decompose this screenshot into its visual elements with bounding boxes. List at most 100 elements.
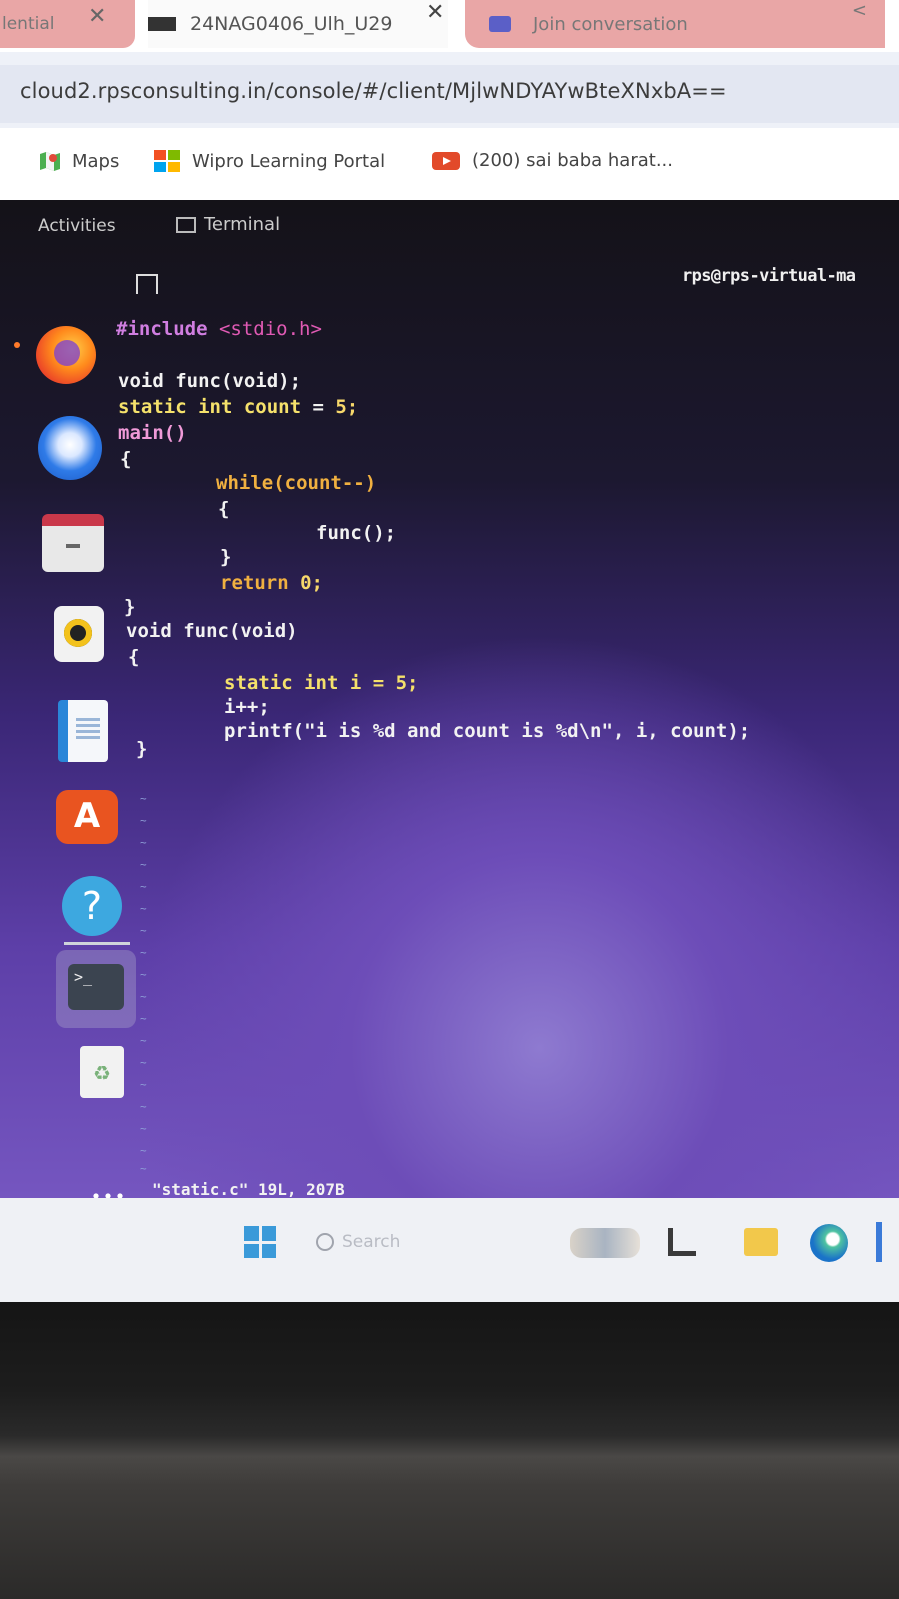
laptop-bezel bbox=[0, 1302, 899, 1599]
preprocessor-keyword: #include bbox=[116, 318, 208, 340]
static-decl: static int count bbox=[118, 396, 302, 418]
bookmark-label: (200) sai baba harat... bbox=[472, 150, 673, 171]
tilde-line: ~ bbox=[140, 1056, 147, 1069]
app-menu-terminal[interactable]: Terminal bbox=[176, 214, 280, 235]
bookmark-maps[interactable]: Maps bbox=[38, 150, 119, 172]
search-icon bbox=[316, 1233, 334, 1251]
browser-tab-bar: lential ✕ 24NAG0406_Ulh_U29 ✕ Join conve… bbox=[0, 0, 899, 52]
terminal-title: rps@rps-virtual-ma bbox=[682, 266, 856, 286]
rhythmbox-icon[interactable] bbox=[54, 606, 104, 662]
windows-taskbar: Search bbox=[0, 1198, 899, 1302]
code-line-static-count: static int count = 5; bbox=[118, 396, 358, 418]
code-line-while: while(count--) bbox=[216, 472, 377, 494]
code-line-increment: i++; bbox=[224, 696, 270, 718]
bookmark-label: Maps bbox=[72, 150, 120, 172]
tilde-line: ~ bbox=[140, 1100, 147, 1113]
browser-tab-credential[interactable]: lential ✕ bbox=[0, 0, 135, 48]
firefox-icon[interactable] bbox=[36, 326, 96, 384]
app-menu-label: Terminal bbox=[204, 214, 281, 235]
code-line-brace: { bbox=[218, 498, 230, 520]
format-string: "i is %d and count is %d\n" bbox=[304, 720, 613, 742]
include-header: <stdio.h> bbox=[218, 318, 322, 340]
gnome-top-bar: Activities Terminal bbox=[0, 200, 899, 250]
code-line-include: #include <stdio.h> bbox=[116, 318, 322, 340]
tilde-line: ~ bbox=[140, 1122, 147, 1135]
search-placeholder: Search bbox=[342, 1232, 401, 1252]
printf-args: , i, count); bbox=[612, 720, 751, 742]
code-line-main: main() bbox=[118, 422, 187, 444]
code-line-brace: } bbox=[220, 546, 232, 568]
code-line-func-def: void func(void) bbox=[126, 620, 298, 642]
tilde-line: ~ bbox=[140, 1034, 147, 1047]
maps-icon bbox=[38, 150, 62, 172]
activities-button[interactable]: Activities bbox=[38, 216, 116, 236]
taskbar-search[interactable]: Search bbox=[316, 1232, 400, 1252]
tilde-line: ~ bbox=[140, 1078, 147, 1091]
tab-close-icon[interactable]: ✕ bbox=[88, 4, 106, 29]
pinned-app-icon[interactable] bbox=[876, 1222, 882, 1262]
tilde-line: ~ bbox=[140, 1012, 147, 1025]
tilde-line: ~ bbox=[140, 858, 147, 871]
bookmark-youtube[interactable]: (200) sai baba harat... bbox=[432, 150, 673, 171]
code-line-brace: } bbox=[124, 596, 136, 618]
return-keyword: return bbox=[220, 572, 301, 594]
vim-status-line: "static.c" 19L, 207B bbox=[152, 1180, 345, 1199]
literal: 0; bbox=[300, 572, 323, 594]
tab-favicon-icon bbox=[148, 17, 176, 31]
code-line-return: return 0; bbox=[220, 572, 323, 594]
ubuntu-dock: A ? >_ ♻ bbox=[0, 250, 140, 1226]
running-indicator bbox=[14, 342, 20, 348]
tilde-line: ~ bbox=[140, 836, 147, 849]
help-icon[interactable]: ? bbox=[62, 876, 122, 936]
tilde-line: ~ bbox=[140, 814, 147, 827]
trash-icon[interactable]: ♻ bbox=[80, 1046, 124, 1098]
browser-tab-teams[interactable]: Join conversation < bbox=[465, 0, 885, 48]
literal: 5; bbox=[335, 396, 359, 418]
tab-label: 24NAG0406_Ulh_U29 bbox=[190, 13, 393, 35]
writer-icon[interactable] bbox=[58, 700, 108, 762]
youtube-icon bbox=[432, 151, 460, 170]
tilde-line: ~ bbox=[140, 792, 147, 805]
windows-start-icon[interactable] bbox=[244, 1226, 276, 1258]
tilde-line: ~ bbox=[140, 968, 147, 981]
terminal-tab-icon[interactable] bbox=[136, 274, 158, 294]
files-icon[interactable] bbox=[42, 514, 104, 572]
bookmark-label: Wipro Learning Portal bbox=[192, 150, 386, 172]
widgets-icon[interactable] bbox=[570, 1228, 640, 1258]
code-line-call: func(); bbox=[316, 522, 397, 544]
tilde-line: ~ bbox=[140, 1144, 147, 1157]
code-line-brace: } bbox=[136, 738, 148, 760]
printf-call: printf( bbox=[224, 720, 305, 742]
tab-close-icon[interactable]: ✕ bbox=[426, 0, 444, 25]
bookmark-wipro-learning-portal[interactable]: Wipro Learning Portal bbox=[154, 150, 385, 172]
browser-tab-active[interactable]: 24NAG0406_Ulh_U29 ✕ bbox=[148, 0, 448, 48]
tilde-line: ~ bbox=[140, 946, 147, 959]
tilde-line: ~ bbox=[140, 924, 147, 937]
url-text[interactable]: cloud2.rpsconsulting.in/console/#/client… bbox=[20, 79, 727, 103]
terminal-icon[interactable]: >_ bbox=[68, 964, 124, 1010]
dock-separator bbox=[64, 942, 130, 945]
tab-label: lential bbox=[2, 14, 55, 34]
address-bar[interactable]: cloud2.rpsconsulting.in/console/#/client… bbox=[0, 65, 899, 123]
tilde-line: ~ bbox=[140, 880, 147, 893]
terminal-icon bbox=[176, 216, 196, 233]
teams-icon bbox=[489, 16, 511, 32]
software-icon[interactable]: A bbox=[56, 790, 118, 844]
tilde-line: ~ bbox=[140, 1162, 147, 1175]
edge-icon[interactable] bbox=[810, 1224, 848, 1262]
code-line-brace: { bbox=[128, 646, 140, 668]
code-line-printf: printf("i is %d and count is %d\n", i, c… bbox=[224, 720, 750, 742]
code-line-brace: { bbox=[120, 448, 132, 470]
tab-scroll-left-icon[interactable]: < bbox=[852, 0, 867, 21]
thunderbird-icon[interactable] bbox=[38, 416, 102, 480]
assign-op: = bbox=[301, 396, 336, 418]
file-explorer-icon[interactable] bbox=[744, 1228, 778, 1256]
tilde-line: ~ bbox=[140, 902, 147, 915]
app-icon[interactable] bbox=[668, 1228, 696, 1256]
code-line-static-i: static int i = 5; bbox=[224, 672, 419, 694]
bookmarks-bar: Maps Wipro Learning Portal (200) sai bab… bbox=[0, 128, 899, 200]
code-line-prototype: void func(void); bbox=[118, 370, 302, 392]
remote-desktop: Activities Terminal A ? >_ ♻ rps@rps-vir… bbox=[0, 200, 899, 1226]
tilde-line: ~ bbox=[140, 990, 147, 1003]
tab-label: Join conversation bbox=[533, 13, 688, 35]
